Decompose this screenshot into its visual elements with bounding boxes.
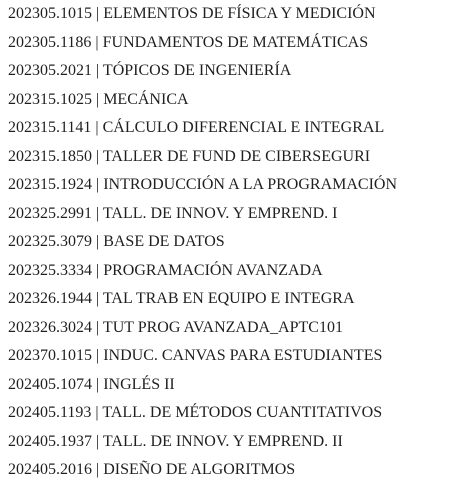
course-item[interactable]: 202405.1937 | TALL. DE INNOV. Y EMPREND.…	[8, 428, 397, 457]
course-item[interactable]: 202305.1015 | ELEMENTOS DE FÍSICA Y MEDI…	[8, 0, 397, 29]
course-item[interactable]: 202325.3079 | BASE DE DATOS	[8, 228, 397, 257]
course-item[interactable]: 202370.1015 | INDUC. CANVAS PARA ESTUDIA…	[8, 342, 397, 371]
course-item[interactable]: 202315.1141 | CÁLCULO DIFERENCIAL E INTE…	[8, 114, 397, 143]
course-item[interactable]: 202315.1850 | TALLER DE FUND DE CIBERSEG…	[8, 143, 397, 172]
course-item[interactable]: 202405.1074 | INGLÉS II	[8, 371, 397, 400]
course-item[interactable]: 202315.1025 | MECÁNICA	[8, 86, 397, 115]
course-item[interactable]: 202326.3024 | TUT PROG AVANZADA_APTC101	[8, 314, 397, 343]
course-item[interactable]: 202315.1924 | INTRODUCCIÓN A LA PROGRAMA…	[8, 171, 397, 200]
course-item[interactable]: 202405.1193 | TALL. DE MÉTODOS CUANTITAT…	[8, 399, 397, 428]
course-item[interactable]: 202326.1944 | TAL TRAB EN EQUIPO E INTEG…	[8, 285, 397, 314]
course-item[interactable]: 202325.3334 | PROGRAMACIÓN AVANZADA	[8, 257, 397, 286]
course-list: 202305.1015 | ELEMENTOS DE FÍSICA Y MEDI…	[8, 0, 397, 485]
course-item[interactable]: 202305.1186 | FUNDAMENTOS DE MATEMÁTICAS	[8, 29, 397, 58]
course-item[interactable]: 202405.2016 | DISEÑO DE ALGORITMOS	[8, 456, 397, 485]
course-item[interactable]: 202325.2991 | TALL. DE INNOV. Y EMPREND.…	[8, 200, 397, 229]
course-item[interactable]: 202305.2021 | TÓPICOS DE INGENIERÍA	[8, 57, 397, 86]
